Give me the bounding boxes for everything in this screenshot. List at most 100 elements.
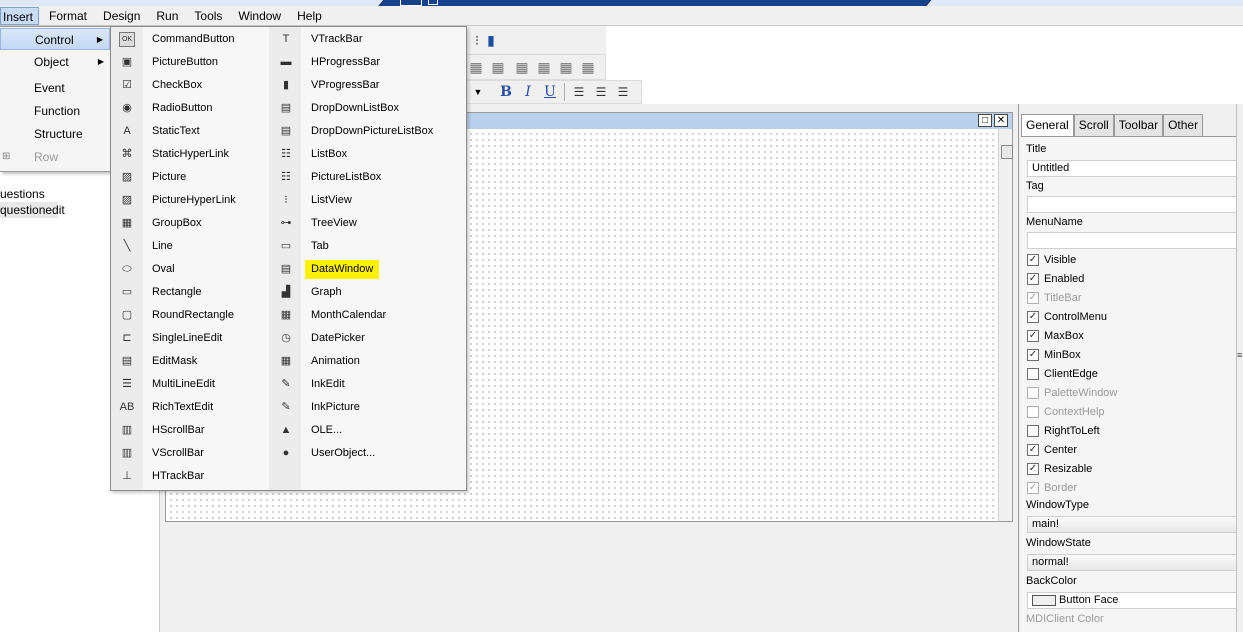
align-icon-5[interactable]: ▦ (555, 57, 577, 77)
align-icon-1[interactable]: ▦ (465, 57, 487, 77)
control-item-datepicker[interactable]: ◷ DatePicker (270, 327, 460, 350)
control-item-picturelistbox[interactable]: ☷ PictureListBox (270, 166, 460, 189)
windowstate-select[interactable]: normal! (1027, 554, 1239, 571)
bold-button[interactable]: B (495, 82, 517, 102)
tab-scroll[interactable]: Scroll (1073, 114, 1114, 136)
control-item-treeview[interactable]: ⊶ TreeView (270, 212, 460, 235)
document-icon (400, 0, 422, 6)
italic-button[interactable]: I (517, 82, 539, 102)
control-item-label: HTrackBar (152, 470, 205, 482)
insert-menu-event[interactable]: Event (0, 77, 110, 99)
checkbox-box[interactable]: ✓ (1027, 311, 1039, 323)
title-field[interactable]: Untitled (1027, 160, 1239, 177)
control-item-inkpicture[interactable]: ✎ InkPicture (270, 396, 460, 419)
title-label: Title (1026, 143, 1047, 155)
single-line-edit-icon: ⊏ (122, 332, 132, 344)
maximize-button[interactable]: □ (978, 114, 992, 127)
checkbox-border: ✓ Border (1027, 481, 1077, 497)
control-item-label: StaticHyperLink (152, 148, 230, 160)
checkbox-box[interactable]: ✓ (1027, 254, 1039, 266)
checkbox-resizable[interactable]: ✓ Resizable (1027, 462, 1092, 478)
menu-format[interactable]: Format (41, 7, 95, 25)
checkbox-visible[interactable]: ✓ Visible (1027, 253, 1076, 269)
control-item-listbox[interactable]: ☷ ListBox (270, 143, 460, 166)
tree-item-questions[interactable]: uestions (0, 186, 45, 202)
checkbox-box[interactable]: ✓ (1027, 463, 1039, 475)
checkbox-box[interactable]: ✓ (1027, 444, 1039, 456)
scroll-thumb[interactable] (1001, 145, 1013, 159)
close-button[interactable]: ✕ (994, 114, 1008, 127)
insert-menu-function[interactable]: Function (0, 100, 110, 122)
control-item-dropdownpicturelistbox[interactable]: ▤ DropDownPictureListBox (270, 120, 460, 143)
checkbox-clientedge[interactable]: ClientEdge (1027, 367, 1098, 383)
control-item-graph[interactable]: ▟ Graph (270, 281, 460, 304)
menu-insert[interactable]: Insert (0, 6, 40, 25)
align-icon-2[interactable]: ▦ (487, 57, 509, 77)
align-icon-6[interactable]: ▦ (577, 57, 599, 77)
tag-field[interactable] (1027, 196, 1239, 213)
control-item-animation[interactable]: ▦ Animation (270, 350, 460, 373)
align-left-icon[interactable]: ☰ (568, 82, 590, 102)
control-item-vprogressbar[interactable]: ▮ VProgressBar (270, 74, 460, 97)
exit-icon[interactable]: ▮ (480, 30, 502, 50)
control-item-vtrackbar[interactable]: T VTrackBar (270, 28, 460, 51)
menu-design[interactable]: Design (95, 7, 148, 25)
checkbox-icon: ☑ (122, 79, 132, 91)
tree-item-questionedit[interactable]: questionedit (0, 202, 65, 218)
checkbox-box[interactable]: ✓ (1027, 273, 1039, 285)
edit-mask-icon: ▤ (121, 355, 133, 367)
menuname-field[interactable] (1027, 232, 1239, 249)
tab-other[interactable]: Other (1163, 114, 1204, 136)
checkbox-box[interactable]: ✓ (1027, 349, 1039, 361)
tab-toolbar[interactable]: Toolbar (1113, 114, 1164, 136)
checkbox-box[interactable]: ✓ (1027, 330, 1039, 342)
align-center-icon[interactable]: ☰ (590, 82, 612, 102)
menu-help[interactable]: Help (289, 7, 330, 25)
control-item-inkedit[interactable]: ✎ InkEdit (270, 373, 460, 396)
checkbox-center[interactable]: ✓ Center (1027, 443, 1077, 459)
backcolor-field[interactable]: Button Face (1027, 592, 1239, 609)
tab-general[interactable]: General (1021, 114, 1074, 137)
checkbox-box[interactable] (1027, 425, 1039, 437)
control-item-dropdownlistbox[interactable]: ▤ DropDownListBox (270, 97, 460, 120)
menu-run[interactable]: Run (148, 7, 186, 25)
oval-icon: ⬭ (122, 263, 132, 275)
control-item-datawindow[interactable]: ▤ DataWindow (270, 258, 460, 281)
align-icon-3[interactable]: ▦ (511, 57, 533, 77)
tab-icon: ▭ (280, 240, 292, 252)
menu-window[interactable]: Window (230, 7, 289, 25)
checkbox-enabled[interactable]: ✓ Enabled (1027, 272, 1084, 288)
checkbox-contexthelp: ContextHelp (1027, 405, 1105, 421)
checkbox-minbox[interactable]: ✓ MinBox (1027, 348, 1081, 364)
align-icon-4[interactable]: ▦ (533, 57, 555, 77)
splitter-handle[interactable]: ≡ (1237, 350, 1242, 360)
align-right-icon[interactable]: ☰ (612, 82, 634, 102)
checkbox-righttoleft[interactable]: RightToLeft (1027, 424, 1100, 440)
insert-menu-control[interactable]: Control ▶ (0, 28, 110, 50)
insert-menu-object[interactable]: Object ▶ (0, 51, 110, 73)
control-item-hprogressbar[interactable]: ▬ HProgressBar (270, 51, 460, 74)
insert-menu-structure[interactable]: Structure (0, 123, 110, 145)
checkbox-controlmenu[interactable]: ✓ ControlMenu (1027, 310, 1107, 326)
toolbar-format: ▼ B I U ☰ ☰ ☰ (466, 80, 642, 104)
control-item-label: VTrackBar (311, 33, 363, 45)
underline-button[interactable]: U (539, 82, 561, 102)
checkbox-maxbox[interactable]: ✓ MaxBox (1027, 329, 1084, 345)
vertical-scrollbar[interactable] (998, 129, 1013, 521)
control-item-label: StaticText (152, 125, 200, 137)
menu-tools[interactable]: Tools (186, 7, 230, 25)
windowtype-select[interactable]: main! (1027, 516, 1239, 533)
control-item-htrackbar[interactable]: ⊥ HTrackBar (111, 465, 301, 488)
control-item-listview[interactable]: ⁝ ListView (270, 189, 460, 212)
chevron-down-icon[interactable]: ▼ (467, 82, 489, 102)
treeview-icon: ⊶ (280, 217, 292, 229)
control-item-monthcalendar[interactable]: ▦ MonthCalendar (270, 304, 460, 327)
control-item-ole[interactable]: ▲ OLE... (270, 419, 460, 442)
checkbox-label: RightToLeft (1044, 425, 1100, 437)
insert-menu-label: Row (34, 150, 59, 164)
line-icon: ╲ (123, 240, 131, 252)
backcolor-value: Button Face (1059, 594, 1119, 606)
control-item-userobject[interactable]: ● UserObject... (270, 442, 460, 465)
checkbox-box[interactable] (1027, 368, 1039, 380)
control-item-tab[interactable]: ▭ Tab (270, 235, 460, 258)
